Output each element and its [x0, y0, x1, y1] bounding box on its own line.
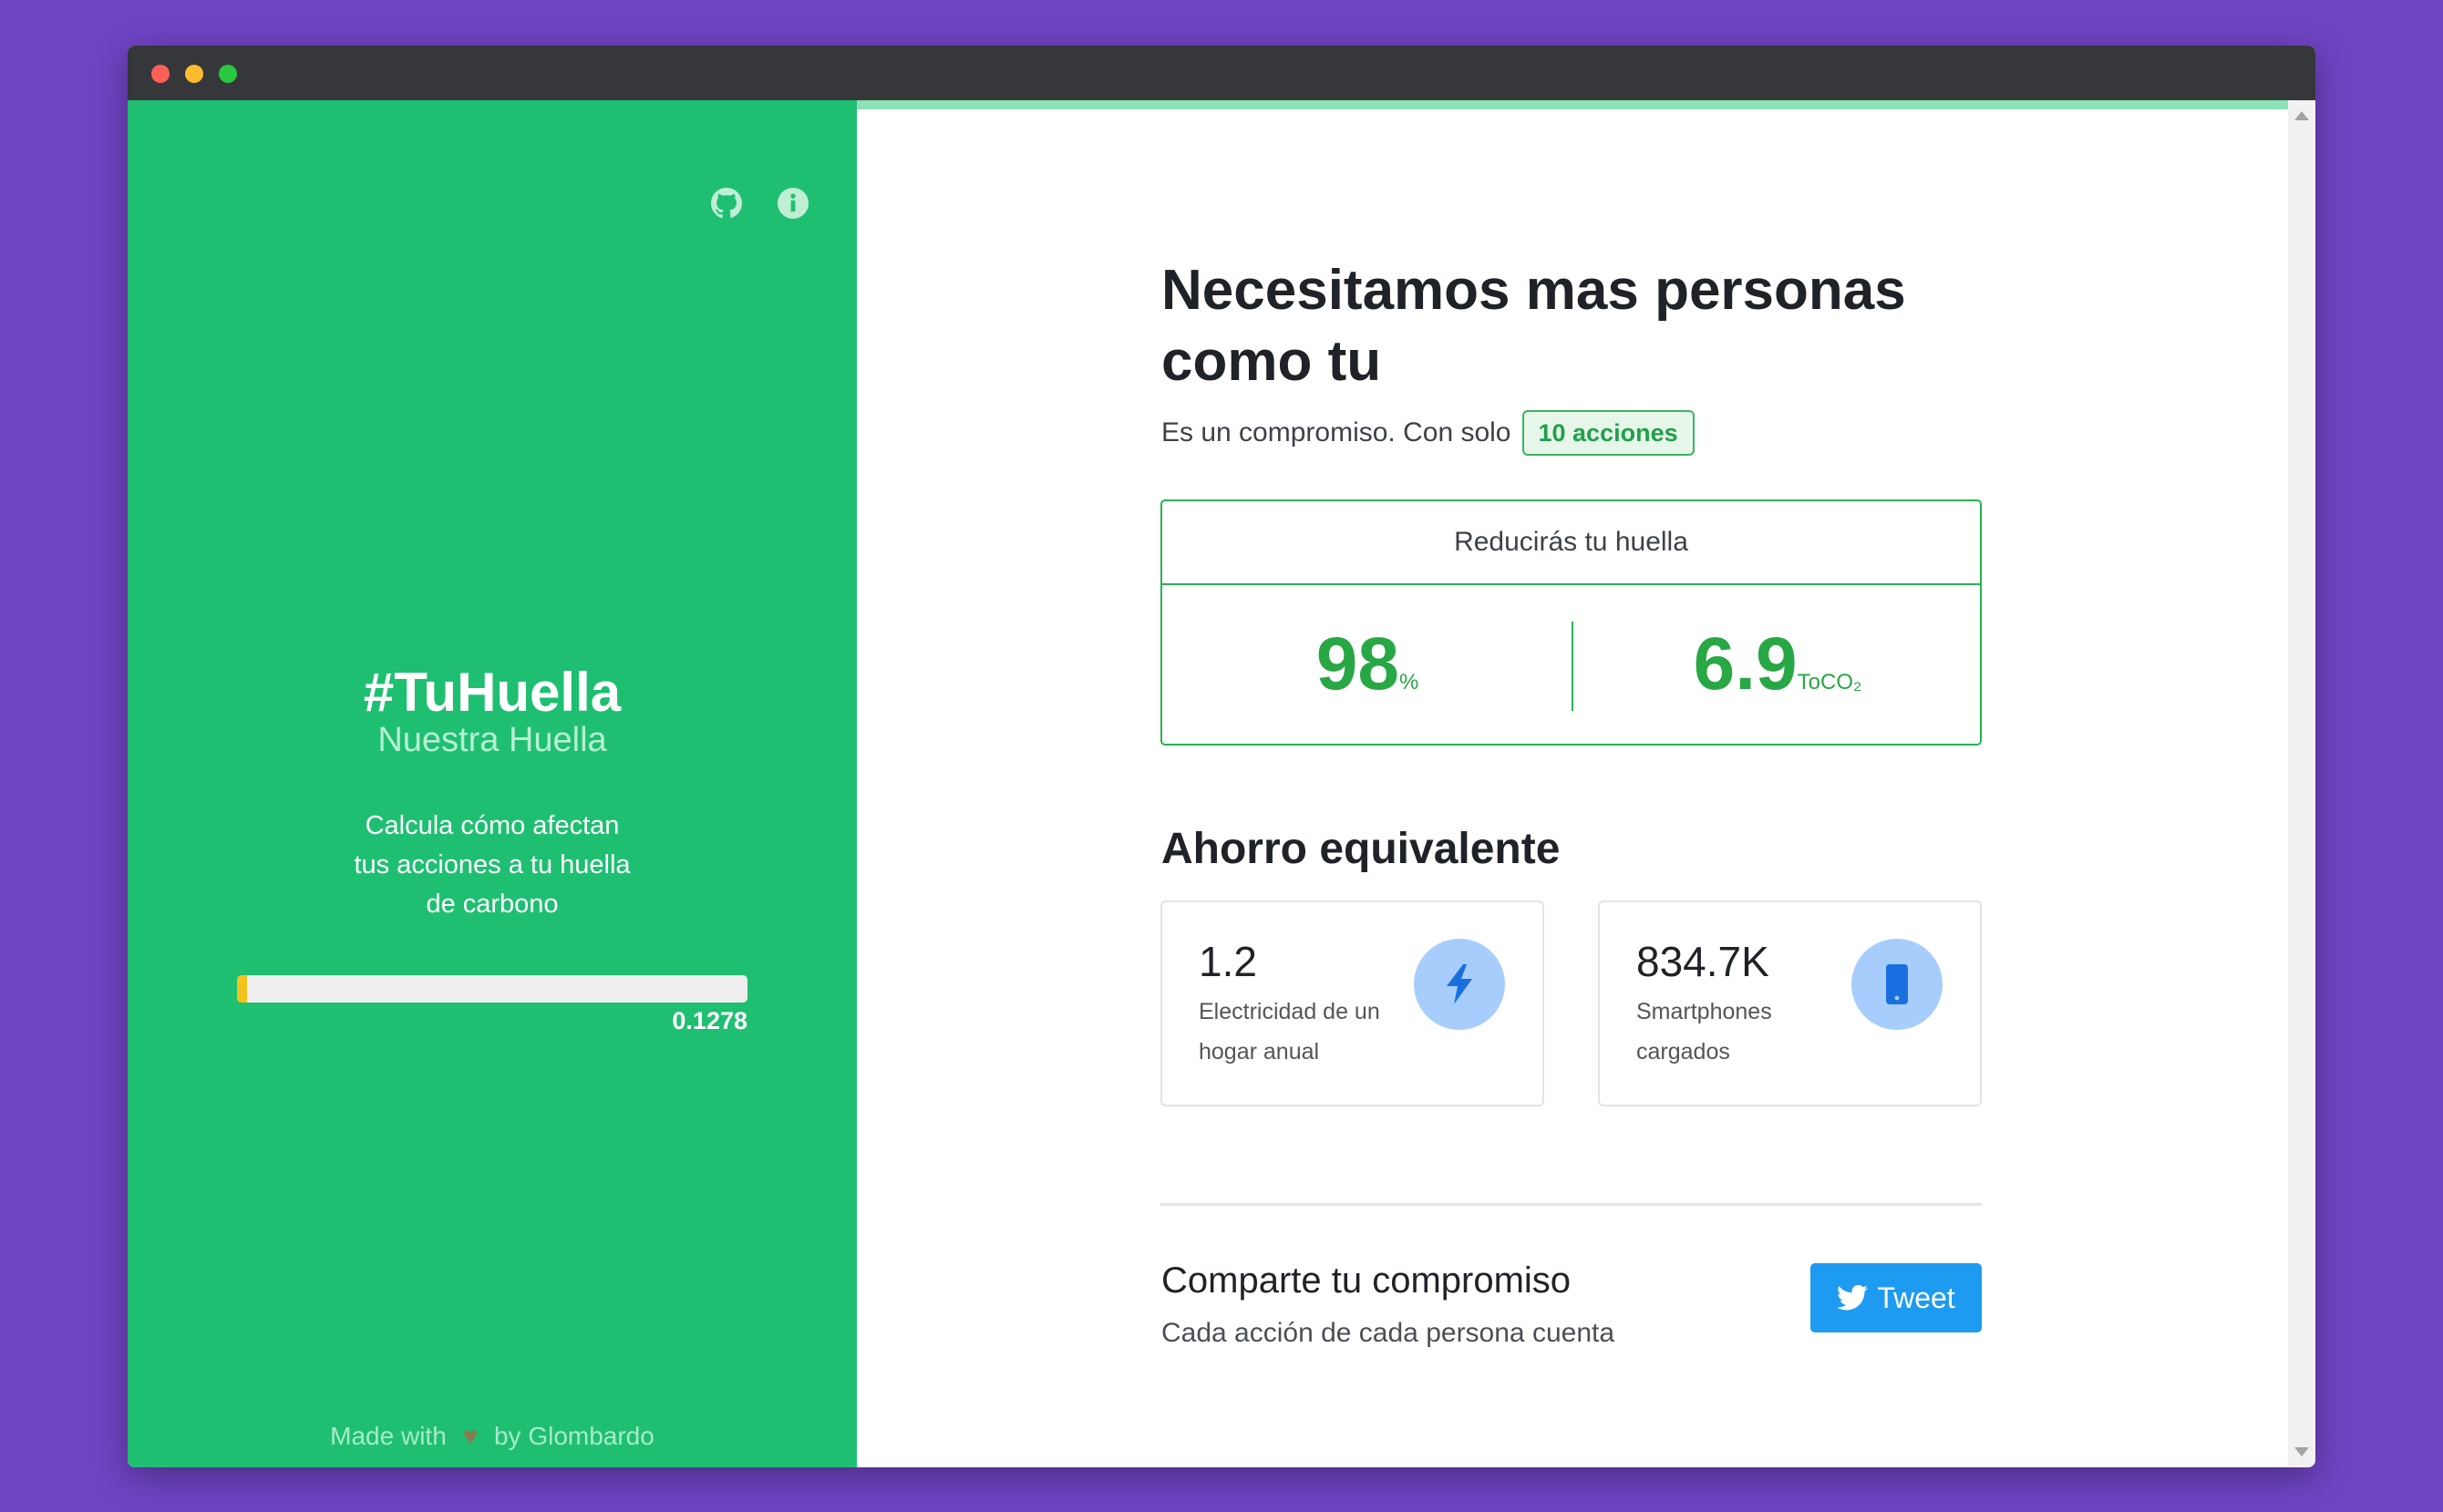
reduction-card: Reducirás tu huella 98% 6.9ToCO₂ — [1160, 499, 1982, 746]
footer-made-with: Made with — [330, 1422, 447, 1450]
co2-stat: 6.9ToCO₂ — [1572, 585, 1983, 746]
scroll-down-arrow[interactable] — [2294, 1447, 2309, 1456]
actions-badge: 10 acciones — [1521, 410, 1695, 456]
browser-window: #TuHuella Nuestra Huella Calcula cómo af… — [128, 46, 2315, 1467]
footer-credit: Made with ♥ by Glombardo — [128, 1422, 857, 1451]
share-subtitle: Cada acción de cada persona cuenta — [1161, 1318, 1615, 1348]
maximize-window-button[interactable] — [219, 65, 237, 83]
savings-value: 834.7K — [1636, 938, 1769, 985]
brand-title: #TuHuella — [363, 662, 622, 723]
smartphone-icon — [1851, 939, 1943, 1030]
commitment-text: Es un compromiso. Con solo — [1161, 417, 1511, 447]
footer-author[interactable]: by Glombardo — [494, 1422, 655, 1450]
minimize-window-button[interactable] — [185, 65, 203, 83]
percent-value: 98 — [1315, 622, 1399, 705]
tweet-label: Tweet — [1877, 1281, 1955, 1314]
savings-label: Electricidad de un hogar anual — [1199, 999, 1380, 1065]
scrollbar[interactable] — [2288, 100, 2315, 1467]
brand-description: Calcula cómo afectan tus acciones a tu h… — [354, 811, 631, 919]
main-panel: Necesitamos mas personas como tu Es un c… — [857, 100, 2288, 1467]
lightning-icon — [1414, 939, 1505, 1030]
reduction-header: Reducirás tu huella — [1162, 501, 1980, 585]
info-icon[interactable] — [778, 188, 809, 219]
footprint-progress-bar — [237, 975, 747, 1003]
savings-value: 1.2 — [1199, 938, 1257, 985]
twitter-icon — [1837, 1284, 1869, 1311]
co2-unit: ToCO₂ — [1797, 670, 1862, 694]
tweet-button[interactable]: Tweet — [1810, 1263, 1982, 1332]
share-title: Comparte tu compromiso — [1161, 1260, 1572, 1301]
savings-card-electricity: 1.2 Electricidad de un hogar anual — [1160, 900, 1544, 1106]
page-title: Necesitamos mas personas como tu — [1161, 259, 1906, 393]
progress-value: 0.1278 — [672, 1007, 747, 1034]
percent-stat: 98% — [1162, 585, 1572, 746]
co2-value: 6.9 — [1693, 622, 1798, 705]
accent-strip — [857, 100, 2288, 109]
title-bar — [128, 46, 2315, 100]
progress-fill — [237, 975, 248, 1003]
sidebar: #TuHuella Nuestra Huella Calcula cómo af… — [128, 100, 857, 1467]
heart-icon: ♥ — [462, 1422, 479, 1450]
divider — [1160, 1203, 1982, 1206]
savings-label: Smartphones cargados — [1636, 999, 1772, 1065]
savings-card-smartphones: 834.7K Smartphones cargados — [1598, 900, 1982, 1106]
percent-unit: % — [1398, 670, 1419, 694]
github-icon[interactable] — [711, 188, 742, 219]
scroll-up-arrow[interactable] — [2294, 111, 2309, 120]
brand-subtitle: Nuestra Huella — [377, 721, 607, 759]
close-window-button[interactable] — [151, 65, 170, 83]
commitment-line: Es un compromiso. Con solo 10 acciones — [1161, 410, 1695, 456]
savings-title: Ahorro equivalente — [1161, 825, 1561, 873]
